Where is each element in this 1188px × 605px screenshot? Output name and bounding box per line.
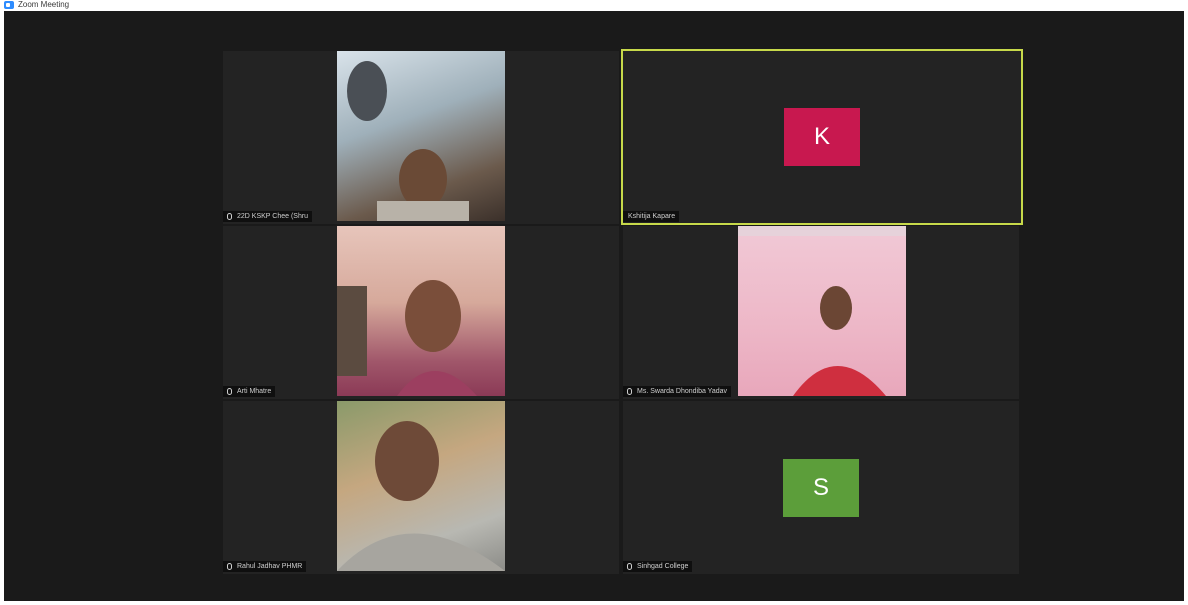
participant-video [337, 51, 505, 221]
participant-name-label: Kshitija Kapare [623, 211, 680, 222]
participant-name-label: Arti Mhatre [223, 386, 276, 397]
mic-muted-icon [627, 563, 632, 570]
participant-video [738, 226, 906, 396]
participant-name: Rahul Jadhav PHMR [237, 563, 303, 570]
participant-tile[interactable]: S Sinhgad College [623, 401, 1019, 574]
window-titlebar: Zoom Meeting [0, 0, 1188, 11]
participant-tile[interactable]: Ms. Swarda Dhondiba Yadav [623, 226, 1019, 399]
participant-video [337, 226, 505, 396]
participant-tile-active-speaker[interactable]: K Kshitija Kapare [621, 49, 1023, 225]
participant-name-label: Ms. Swarda Dhondiba Yadav [623, 386, 732, 397]
participant-name-label: Rahul Jadhav PHMR [223, 561, 307, 572]
gallery-view: 22D KSKP Chee (Shru K Kshitija Kapare Ar… [4, 11, 1184, 601]
participant-video [337, 401, 505, 571]
participant-name-label: 22D KSKP Chee (Shru [223, 211, 313, 222]
mic-muted-icon [227, 213, 232, 220]
mic-muted-icon [227, 563, 232, 570]
participant-tile[interactable]: Arti Mhatre [223, 226, 619, 399]
window-title: Zoom Meeting [18, 0, 70, 9]
participant-name: Arti Mhatre [237, 388, 272, 395]
participant-avatar: K [784, 108, 860, 166]
participant-tile[interactable]: Rahul Jadhav PHMR [223, 401, 619, 574]
participant-name-label: Sinhgad College [623, 561, 693, 572]
participant-name: Kshitija Kapare [628, 213, 676, 220]
participant-name: Ms. Swarda Dhondiba Yadav [637, 388, 728, 395]
participant-tile[interactable]: 22D KSKP Chee (Shru [223, 51, 619, 224]
participant-name: Sinhgad College [637, 563, 689, 570]
participant-name: 22D KSKP Chee (Shru [237, 213, 309, 220]
mic-muted-icon [627, 388, 632, 395]
zoom-app-icon [4, 1, 14, 9]
mic-muted-icon [227, 388, 232, 395]
participant-avatar: S [783, 458, 859, 517]
